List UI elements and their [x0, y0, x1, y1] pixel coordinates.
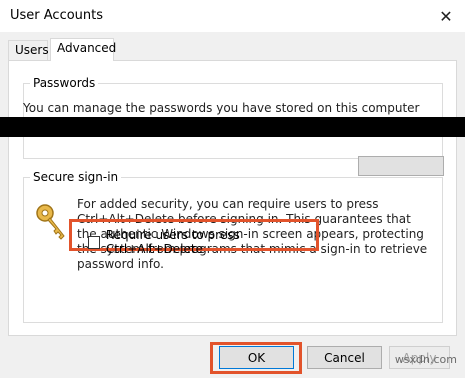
watermark: wsxdn.com — [394, 353, 457, 366]
tab-users-label: Users — [15, 43, 49, 57]
advanced-tab-panel: Passwords You can manage the passwords y… — [8, 60, 457, 336]
close-icon[interactable]: ✕ — [433, 4, 459, 28]
user-accounts-dialog: User Accounts ✕ Users Advanced Passwords… — [0, 0, 465, 378]
window-title: User Accounts — [10, 8, 104, 23]
redaction-bar — [0, 117, 465, 137]
tab-users[interactable]: Users — [8, 40, 49, 60]
cancel-button[interactable]: Cancel — [307, 346, 382, 369]
key-icon — [36, 204, 65, 240]
passwords-group-title: Passwords — [30, 76, 99, 90]
ok-button-label: OK — [247, 350, 266, 365]
passwords-description: You can manage the passwords you have st… — [23, 101, 420, 115]
ok-button[interactable]: OK — [219, 346, 294, 369]
checkbox-highlight: Require users to press Ctrl+Alt+Delete — [69, 219, 319, 256]
cancel-button-label: Cancel — [324, 350, 365, 365]
title-bar: User Accounts ✕ — [0, 0, 465, 32]
secure-signin-group-title: Secure sign-in — [30, 170, 122, 184]
require-ctrl-alt-del-checkbox[interactable] — [88, 235, 100, 249]
require-ctrl-alt-del-option[interactable]: Require users to press Ctrl+Alt+Delete — [88, 228, 316, 256]
require-ctrl-alt-del-label[interactable]: Require users to press Ctrl+Alt+Delete — [106, 228, 316, 256]
tab-advanced[interactable]: Advanced — [50, 38, 117, 61]
manage-passwords-button[interactable] — [358, 156, 444, 176]
tab-advanced-label: Advanced — [57, 41, 117, 55]
